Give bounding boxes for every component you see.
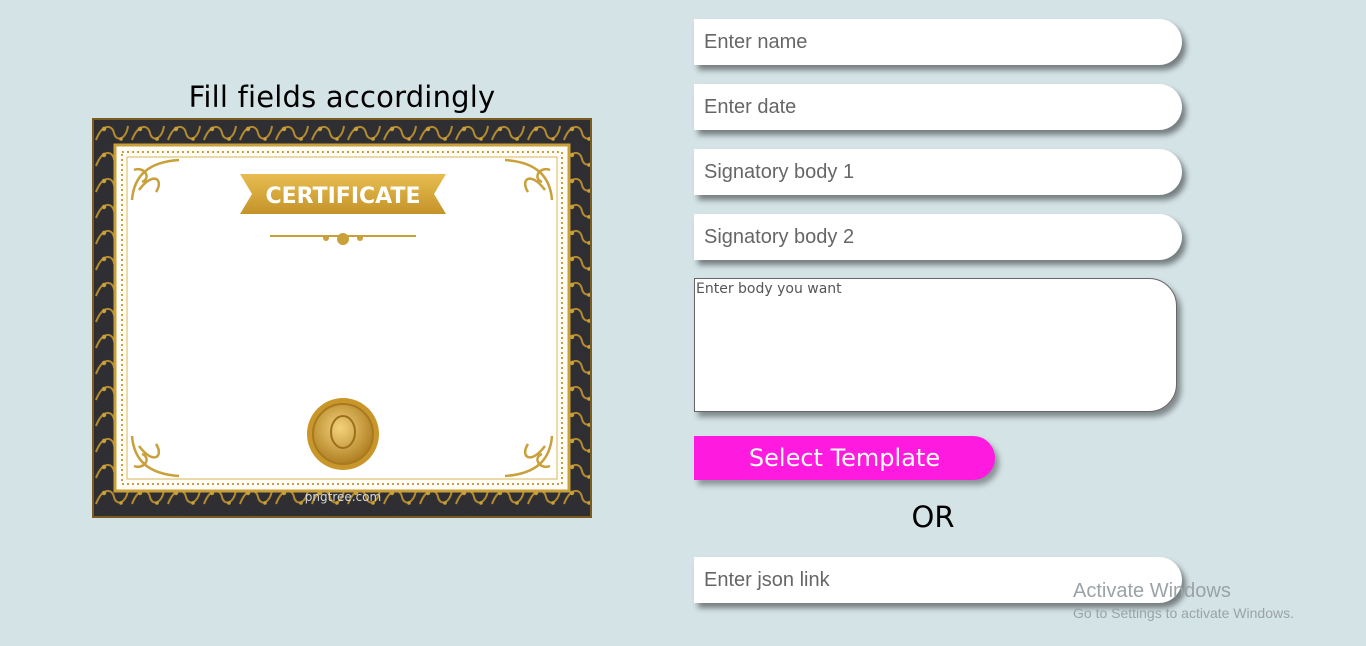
certificate-ribbon-text: CERTIFICATE xyxy=(265,184,420,209)
watermark-title: Activate Windows xyxy=(1073,580,1231,602)
page-heading: Fill fields accordingly xyxy=(188,80,496,114)
signatory-1-input[interactable] xyxy=(694,149,1182,195)
certificate-body-textarea[interactable] xyxy=(694,278,1177,412)
page: Fill fields accordingly CERTIFICATE pngt… xyxy=(0,0,1366,646)
activate-windows-watermark: Activate Windows Go to Settings to activ… xyxy=(1073,580,1294,621)
name-input[interactable] xyxy=(694,19,1182,65)
or-separator: OR xyxy=(911,500,955,534)
certificate-template-preview[interactable]: CERTIFICATE pngtree.com xyxy=(92,118,592,518)
select-template-button[interactable]: Select Template xyxy=(694,436,995,480)
watermark-subtitle: Go to Settings to activate Windows. xyxy=(1073,605,1294,621)
date-input[interactable] xyxy=(694,84,1182,130)
certificate-image: CERTIFICATE pngtree.com xyxy=(94,120,590,516)
certificate-watermark: pngtree.com xyxy=(305,490,381,504)
signatory-2-input[interactable] xyxy=(694,214,1182,260)
